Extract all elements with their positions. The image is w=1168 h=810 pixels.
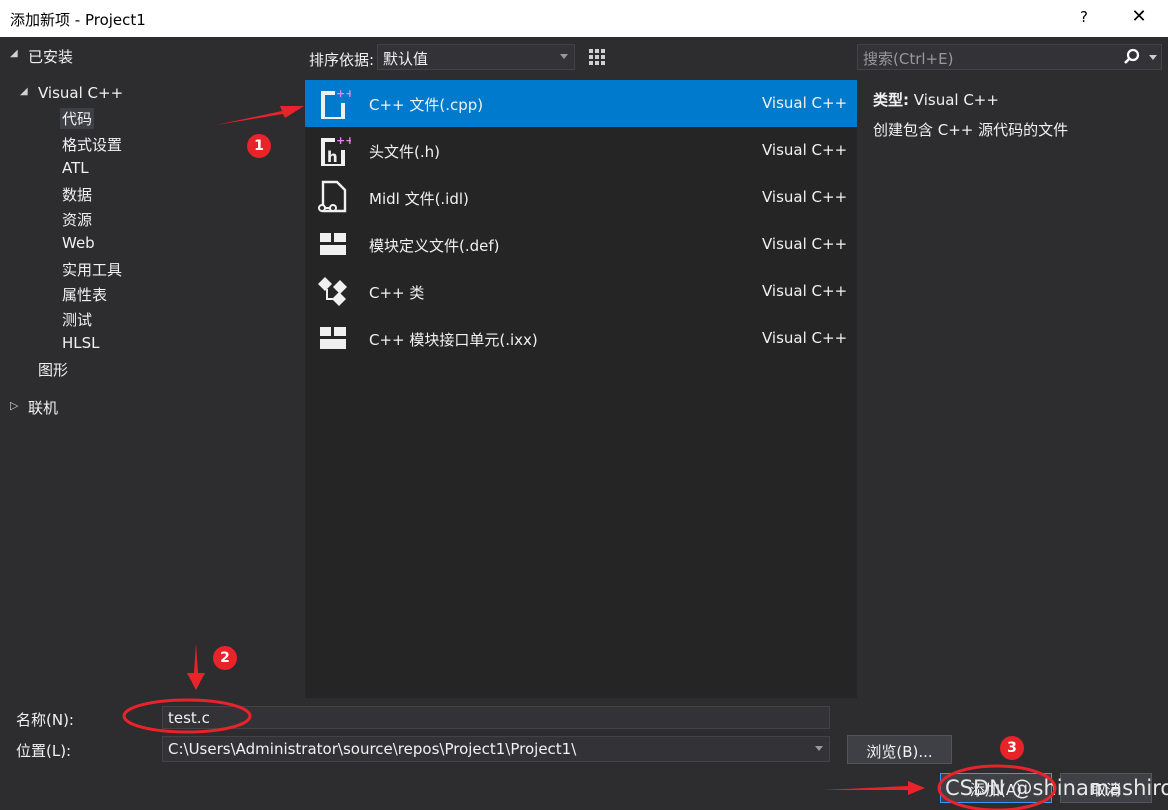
search-input[interactable]: 搜索(Ctrl+E) [857,44,1162,70]
expanded-triangle-icon[interactable]: ◢ [10,48,18,59]
help-button[interactable]: ? [1077,8,1091,26]
template-detail: 类型: Visual C++ 创建包含 C++ 源代码的文件 [857,80,1168,698]
annotation-badge-2: 2 [213,646,237,670]
tree-item-code[interactable]: 代码 [60,108,95,129]
template-name: C++ 文件(.cpp) [369,96,484,114]
template-item-module-def[interactable]: 模块定义文件(.def) Visual C++ [305,221,857,268]
location-value: C:\Users\Administrator\source\repos\Proj… [168,740,577,758]
svg-text:h: h [327,148,338,166]
template-name: 头文件(.h) [369,143,440,161]
chevron-down-icon[interactable] [815,746,823,751]
search-icon[interactable] [1123,48,1141,70]
tree-item-formatting[interactable]: 格式设置 [62,134,122,155]
browse-button[interactable]: 浏览(B)... [847,735,952,764]
tree-item-resource[interactable]: 资源 [62,209,92,230]
annotation-badge-1: 1 [247,134,271,158]
midl-file-icon [318,180,347,213]
title-bar: 添加新项 - Project1 ? ✕ [0,0,1168,37]
template-description: 创建包含 C++ 源代码的文件 [873,121,1069,139]
template-item-midl-file[interactable]: Midl 文件(.idl) Visual C++ [305,174,857,221]
name-value: test.c [168,709,210,727]
tree-item-visual-cpp[interactable]: Visual C++ [38,84,123,102]
collapsed-triangle-icon[interactable]: ▷ [10,399,18,412]
tree-item-property-sheet[interactable]: 属性表 [62,284,107,305]
grid-view-button[interactable] [584,44,610,70]
cpp-class-icon [318,277,347,306]
template-item-module-interface[interactable]: C++ 模块接口单元(.ixx) Visual C++ [305,315,857,362]
template-language: Visual C++ [762,94,848,112]
template-name: C++ 类 [369,284,425,302]
svg-text:++: ++ [336,134,351,147]
template-language: Visual C++ [762,235,848,253]
template-language: Visual C++ [762,141,848,159]
template-language: Visual C++ [762,282,848,300]
search-placeholder: 搜索(Ctrl+E) [863,50,954,68]
template-item-cpp-class[interactable]: C++ 类 Visual C++ [305,268,857,315]
tree-item-graphics[interactable]: 图形 [38,359,68,380]
tree-item-test[interactable]: 测试 [62,309,92,330]
tree-item-online[interactable]: 联机 [28,397,58,418]
tree-item-hlsl[interactable]: HLSL [62,334,100,352]
template-item-cpp-file[interactable]: ++ C++ 文件(.cpp) Visual C++ [305,80,857,127]
template-name: 模块定义文件(.def) [369,237,500,255]
tree-item-utility[interactable]: 实用工具 [62,259,122,280]
template-name: Midl 文件(.idl) [369,190,469,208]
name-label: 名称(N): [16,711,74,729]
tree-item-atl[interactable]: ATL [62,159,89,177]
location-field[interactable]: C:\Users\Administrator\source\repos\Proj… [162,736,830,762]
tree-item-data[interactable]: 数据 [62,184,92,205]
search-options-chevron-icon[interactable] [1149,55,1157,60]
template-type: 类型: Visual C++ [873,89,999,110]
tree-item-installed[interactable]: 已安装 [28,46,73,67]
template-item-header-file[interactable]: h ++ 头文件(.h) Visual C++ [305,127,857,174]
template-language: Visual C++ [762,188,848,206]
close-button[interactable]: ✕ [1130,6,1148,27]
sort-select[interactable]: 默认值 [377,44,575,70]
tree-item-web[interactable]: Web [62,234,95,252]
sort-label: 排序依据: [309,51,375,69]
chevron-down-icon [560,54,568,59]
name-field[interactable]: test.c [162,706,830,729]
location-label: 位置(L): [16,742,72,760]
expanded-triangle-icon[interactable]: ◢ [20,86,28,97]
module-interface-icon [320,327,346,349]
module-def-icon [320,233,346,255]
annotation-badge-3: 3 [1000,736,1024,760]
sort-value: 默认值 [383,50,429,68]
cpp-file-icon: ++ [321,87,351,119]
grid-view-icon [589,49,605,65]
watermark: CSDN @shinamashiro_ [945,776,1168,800]
header-file-icon: h ++ [321,134,351,166]
type-value: Visual C++ [913,91,999,109]
template-language: Visual C++ [762,329,848,347]
window-title: 添加新项 - Project1 [10,11,146,29]
svg-text:++: ++ [336,87,351,100]
template-name: C++ 模块接口单元(.ixx) [369,331,538,349]
type-label: 类型: [873,91,909,109]
template-list: ++ C++ 文件(.cpp) Visual C++ h ++ 头文件(.h) … [305,80,857,698]
